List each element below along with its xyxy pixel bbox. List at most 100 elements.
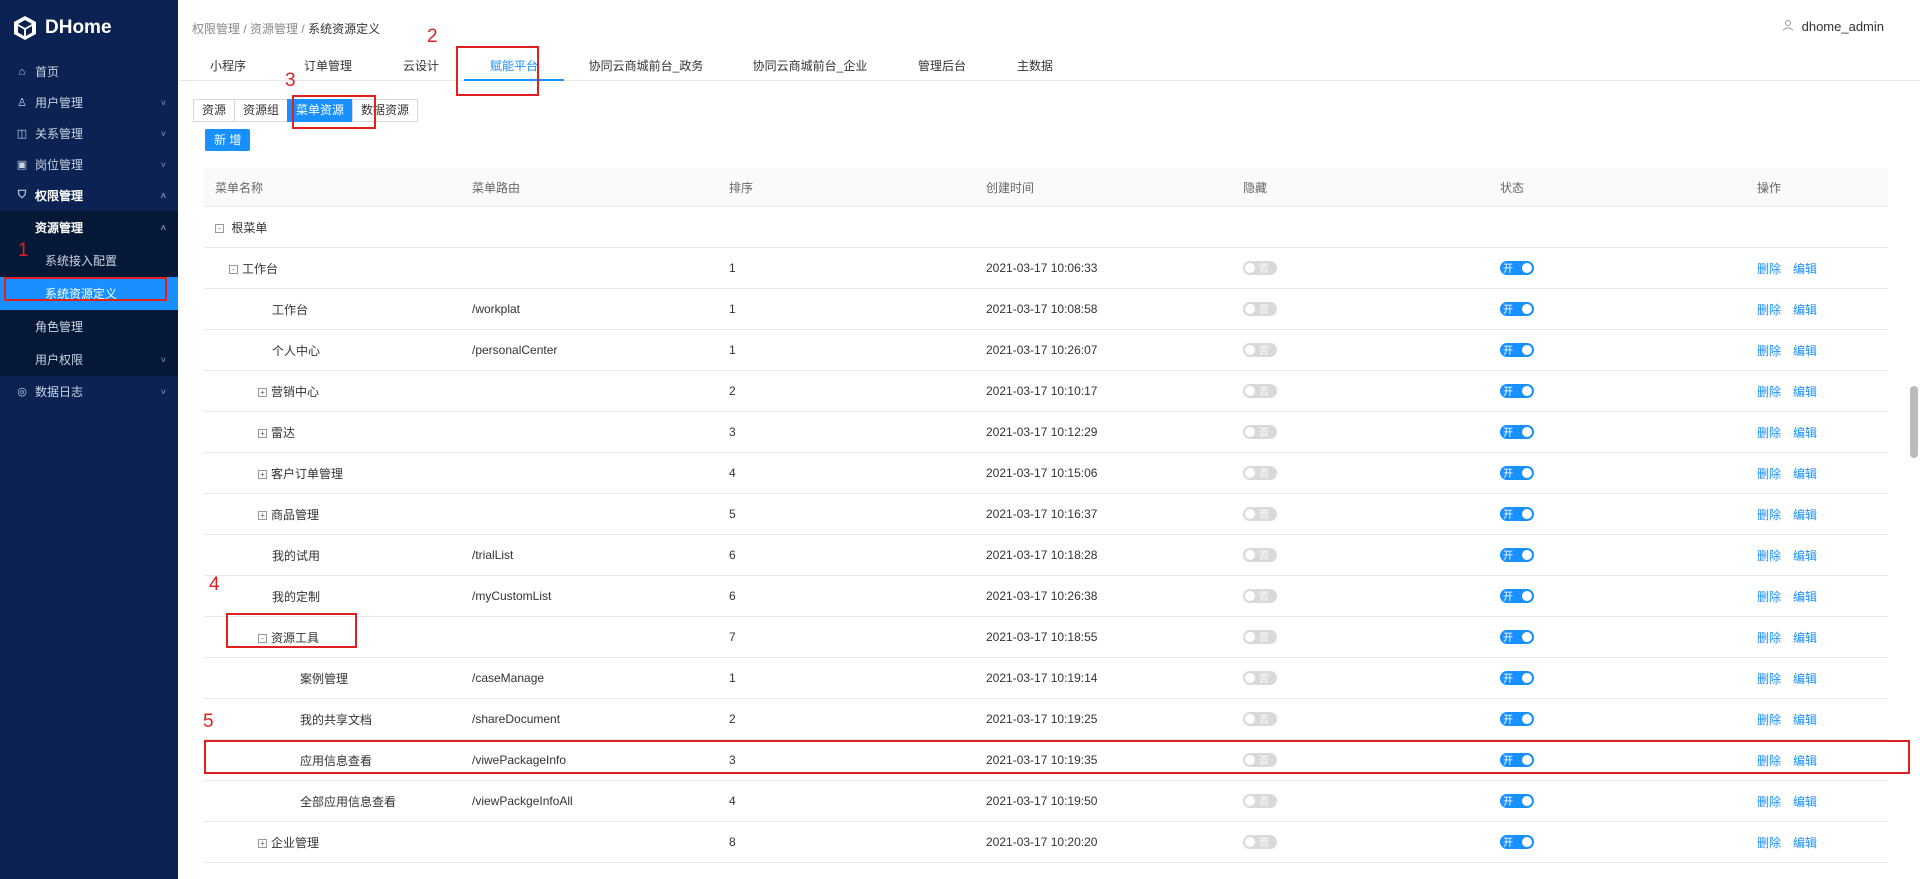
- delete-link[interactable]: 删除: [1757, 631, 1781, 645]
- vertical-scrollbar[interactable]: [1910, 0, 1918, 879]
- collapse-toggle[interactable]: -: [215, 223, 224, 233]
- actions-cell: 删除 编辑: [1757, 711, 1829, 728]
- edit-link[interactable]: 编辑: [1793, 713, 1817, 727]
- menu-name-cell: + 企业管理: [258, 834, 319, 851]
- hidden-toggle[interactable]: 否: [1243, 670, 1277, 685]
- edit-link[interactable]: 编辑: [1793, 590, 1817, 604]
- chevron-icon: ˅: [160, 386, 166, 397]
- toggle-knob: [1522, 303, 1532, 314]
- sidebar-item[interactable]: 用户权限 ˅: [0, 343, 178, 376]
- hidden-toggle[interactable]: 否: [1243, 383, 1277, 398]
- status-toggle[interactable]: 开: [1500, 424, 1534, 439]
- expand-toggle[interactable]: +: [258, 838, 267, 848]
- toggle-knob: [1245, 467, 1255, 478]
- status-toggle[interactable]: 开: [1500, 793, 1534, 809]
- status-toggle[interactable]: 开: [1500, 465, 1534, 480]
- tab-item[interactable]: 主数据: [992, 44, 1078, 81]
- sidebar-item[interactable]: ⛉ 权限管理 ˄: [0, 180, 178, 211]
- status-toggle[interactable]: 开: [1500, 342, 1534, 357]
- menu-name-cell: 工作台: [272, 301, 308, 318]
- edit-link[interactable]: 编辑: [1793, 426, 1817, 440]
- delete-link[interactable]: 删除: [1757, 590, 1781, 604]
- expand-toggle[interactable]: +: [258, 469, 267, 479]
- delete-link[interactable]: 删除: [1757, 713, 1781, 727]
- add-button[interactable]: 新 增: [205, 129, 251, 151]
- delete-link[interactable]: 删除: [1757, 508, 1781, 522]
- edit-link[interactable]: 编辑: [1793, 672, 1817, 686]
- app-logo[interactable]: DHome: [0, 0, 178, 56]
- hidden-toggle[interactable]: 否: [1243, 629, 1277, 644]
- toggle-label: 否: [1259, 592, 1269, 603]
- menu-sort: 6: [729, 548, 736, 562]
- delete-link[interactable]: 删除: [1757, 426, 1781, 440]
- tab-item[interactable]: 协同云商城前台_政务: [564, 44, 728, 81]
- status-toggle[interactable]: 开: [1500, 547, 1534, 562]
- status-toggle[interactable]: 开: [1500, 383, 1534, 398]
- sidebar-item[interactable]: 角色管理: [0, 310, 178, 343]
- hidden-toggle[interactable]: 否: [1243, 834, 1277, 849]
- status-toggle[interactable]: 开: [1500, 670, 1534, 685]
- tab-item[interactable]: 小程序: [178, 44, 278, 81]
- breadcrumb-item[interactable]: 权限管理: [192, 22, 240, 36]
- hidden-toggle[interactable]: 否: [1243, 424, 1277, 439]
- hidden-toggle[interactable]: 否: [1243, 465, 1277, 480]
- toggle-label: 开: [1503, 797, 1513, 809]
- status-toggle[interactable]: 开: [1500, 260, 1534, 275]
- breadcrumb-item[interactable]: 资源管理: [250, 22, 298, 36]
- sidebar-item[interactable]: ◎ 数据日志 ˅: [0, 376, 178, 407]
- tab-item[interactable]: 管理后台: [892, 44, 992, 81]
- chevron-icon: ˅: [160, 159, 166, 170]
- edit-link[interactable]: 编辑: [1793, 795, 1817, 809]
- delete-link[interactable]: 删除: [1757, 836, 1781, 850]
- hidden-toggle[interactable]: 否: [1243, 301, 1277, 316]
- edit-link[interactable]: 编辑: [1793, 549, 1817, 563]
- expand-toggle[interactable]: +: [258, 387, 267, 397]
- delete-link[interactable]: 删除: [1757, 303, 1781, 317]
- sidebar-item[interactable]: ◫ 关系管理 ˅: [0, 118, 178, 149]
- expand-toggle[interactable]: +: [258, 428, 267, 438]
- toggle-knob: [1245, 262, 1255, 273]
- hidden-toggle[interactable]: 否: [1243, 588, 1277, 603]
- sidebar-item[interactable]: ▣ 岗位管理 ˅: [0, 149, 178, 180]
- edit-link[interactable]: 编辑: [1793, 385, 1817, 399]
- delete-link[interactable]: 删除: [1757, 385, 1781, 399]
- breadcrumb-current: 系统资源定义: [308, 22, 381, 36]
- delete-link[interactable]: 删除: [1757, 549, 1781, 563]
- sidebar-item[interactable]: ♙ 用户管理 ˅: [0, 87, 178, 118]
- hidden-toggle[interactable]: 否: [1243, 506, 1277, 521]
- status-toggle[interactable]: 开: [1500, 301, 1534, 316]
- status-toggle[interactable]: 开: [1500, 629, 1534, 644]
- delete-link[interactable]: 删除: [1757, 467, 1781, 481]
- user-menu[interactable]: dhome_admin: [1782, 19, 1884, 34]
- hidden-toggle[interactable]: 否: [1243, 342, 1277, 357]
- segment-0[interactable]: 资源: [193, 99, 236, 122]
- status-toggle[interactable]: 开: [1500, 834, 1534, 849]
- edit-link[interactable]: 编辑: [1793, 467, 1817, 481]
- edit-link[interactable]: 编辑: [1793, 631, 1817, 645]
- user-icon: [1782, 19, 1794, 34]
- delete-link[interactable]: 删除: [1757, 672, 1781, 686]
- edit-link[interactable]: 编辑: [1793, 262, 1817, 276]
- tab-item[interactable]: 云设计: [378, 44, 464, 81]
- sidebar-item[interactable]: ⌂ 首页: [0, 56, 178, 87]
- edit-link[interactable]: 编辑: [1793, 344, 1817, 358]
- status-toggle[interactable]: 开: [1500, 506, 1534, 521]
- hidden-toggle[interactable]: 否: [1243, 711, 1277, 726]
- collapse-toggle[interactable]: -: [229, 264, 238, 274]
- status-toggle[interactable]: 开: [1500, 588, 1534, 603]
- segment-1[interactable]: 资源组: [234, 99, 289, 122]
- table-header: 菜单名称 菜单路由 排序 创建时间 隐藏 状态 操作: [204, 168, 1888, 207]
- edit-link[interactable]: 编辑: [1793, 508, 1817, 522]
- hidden-toggle[interactable]: 否: [1243, 260, 1277, 275]
- edit-link[interactable]: 编辑: [1793, 303, 1817, 317]
- scrollbar-thumb[interactable]: [1910, 386, 1918, 458]
- tab-item[interactable]: 协同云商城前台_企业: [728, 44, 892, 81]
- status-toggle[interactable]: 开: [1500, 711, 1534, 726]
- hidden-toggle[interactable]: 否: [1243, 793, 1277, 808]
- expand-toggle[interactable]: +: [258, 510, 267, 520]
- delete-link[interactable]: 删除: [1757, 344, 1781, 358]
- delete-link[interactable]: 删除: [1757, 795, 1781, 809]
- hidden-toggle[interactable]: 否: [1243, 547, 1277, 562]
- delete-link[interactable]: 删除: [1757, 262, 1781, 276]
- edit-link[interactable]: 编辑: [1793, 836, 1817, 850]
